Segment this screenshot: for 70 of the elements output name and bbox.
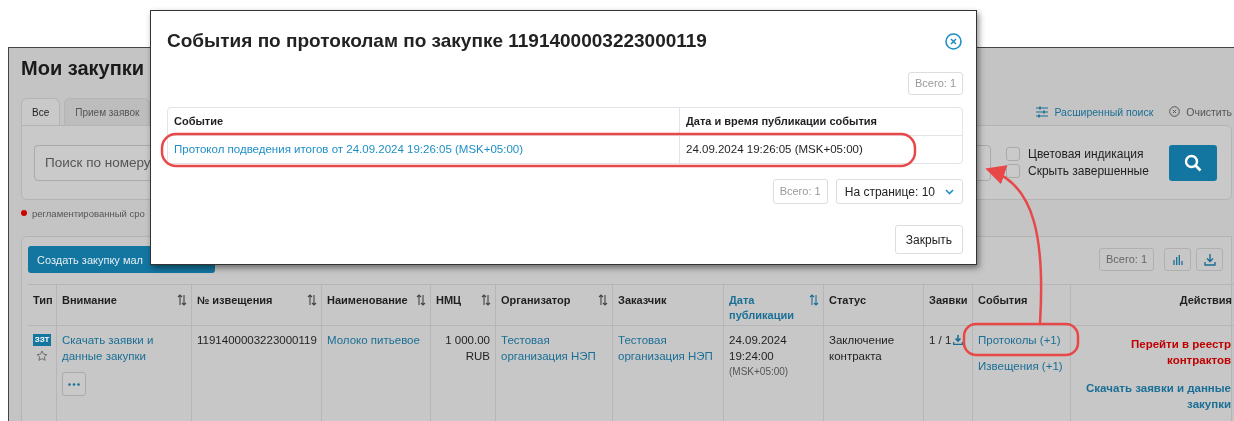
type-badge: ЗЗТ <box>32 334 52 346</box>
column-header[interactable]: № извещения <box>197 293 273 308</box>
column-header: Заказчик <box>618 293 667 308</box>
deadline-dot <box>21 210 27 216</box>
price: 1 000.00 <box>445 333 490 348</box>
close-dialog-button[interactable]: Закрыть <box>894 225 963 254</box>
close-icon <box>945 32 962 50</box>
purchase-name-link[interactable]: Молоко питьевое <box>327 332 420 348</box>
legend-text: регламентированный сро <box>32 207 145 219</box>
star-icon[interactable] <box>36 350 48 362</box>
more-button[interactable] <box>62 372 86 396</box>
total-count: Всего: 1 <box>772 179 828 204</box>
chart-button[interactable] <box>1164 248 1191 271</box>
notice-number: 1191400003223000119 <box>197 333 317 348</box>
clear-link[interactable]: Очистить <box>1186 105 1232 118</box>
page-size-select[interactable]: На странице: 10 <box>835 179 963 204</box>
sort-icon[interactable] <box>307 294 317 306</box>
action-link[interactable]: Перейти в реестр контрактов <box>1076 336 1231 368</box>
column-header: Дата и время публикации события <box>679 108 962 136</box>
timezone: (MSK+05:00) <box>729 365 789 379</box>
column-header[interactable]: Наименование <box>327 293 408 308</box>
download-icon[interactable] <box>953 335 964 345</box>
checkbox[interactable] <box>1006 147 1020 161</box>
publication-date: 24.09.2024 19:24:00 <box>729 333 788 364</box>
column-header[interactable]: Организатор <box>501 293 571 308</box>
column-header: Статус <box>829 293 867 308</box>
bar-chart-icon <box>1172 254 1183 265</box>
column-header[interactable]: Дата публикации <box>729 293 807 323</box>
close-button[interactable] <box>945 32 962 50</box>
column-header: Событие <box>168 108 679 136</box>
download-icon <box>1203 253 1216 266</box>
column-header[interactable]: Внимание <box>62 293 117 308</box>
tab[interactable]: Прием заявок <box>64 98 151 125</box>
currency: RUB <box>465 349 490 364</box>
download-button[interactable] <box>1196 248 1223 271</box>
total-count: Всего: 1 <box>1098 248 1154 271</box>
sort-icon[interactable] <box>416 294 426 306</box>
tab[interactable]: Все <box>21 98 61 125</box>
checkbox[interactable] <box>1006 164 1020 178</box>
sort-icon[interactable] <box>809 294 819 306</box>
action-link[interactable]: Скачать заявки и данные закупки <box>1076 380 1231 412</box>
sort-icon[interactable] <box>177 294 187 306</box>
search-icon <box>1184 153 1202 172</box>
column-header: Действия <box>1179 293 1232 308</box>
sort-icon[interactable] <box>481 294 491 306</box>
column-header[interactable]: НМЦ <box>436 293 462 308</box>
dialog-title: События по протоколам по закупке 1191400003223000119 <box>167 30 707 52</box>
chevron-down-icon <box>945 188 954 195</box>
advanced-search-link[interactable]: Расширенный поиск <box>1054 105 1154 118</box>
column-header: События <box>978 293 1028 308</box>
dots-icon <box>68 382 80 386</box>
organizer-link[interactable]: Тестовая организация НЭП <box>501 332 607 364</box>
total-count: Всего: 1 <box>907 72 963 95</box>
customer-link[interactable]: Тестовая организация НЭП <box>618 332 718 364</box>
sort-icon[interactable] <box>598 294 608 306</box>
status-text: Заключение контракта <box>829 333 896 364</box>
checkbox-label: Цветовая индикация <box>1028 147 1144 161</box>
events-link[interactable]: Извещения (+1) <box>978 358 1063 374</box>
column-header: Тип <box>33 293 52 308</box>
download-link[interactable]: Скачать заявки и данные закупки <box>62 332 186 364</box>
events-link[interactable]: Протоколы (+1) <box>978 332 1061 348</box>
clear-icon[interactable] <box>1169 106 1181 117</box>
checkbox-label: Скрыть завершенные <box>1028 164 1149 178</box>
page-title: Мои закупки <box>21 56 146 81</box>
protocol-link[interactable]: Протокол подведения итогов от 24.09.2024 19:26:05 (MSK+05:00) <box>174 143 524 155</box>
publication-date: 24.09.2024 19:26:05 (MSK+05:00) <box>686 143 863 155</box>
filter-sliders-icon[interactable] <box>1036 105 1049 118</box>
column-header: Заявки <box>929 293 968 308</box>
bids-count: 1 / 1 <box>929 333 952 348</box>
search-button[interactable] <box>1169 144 1217 181</box>
